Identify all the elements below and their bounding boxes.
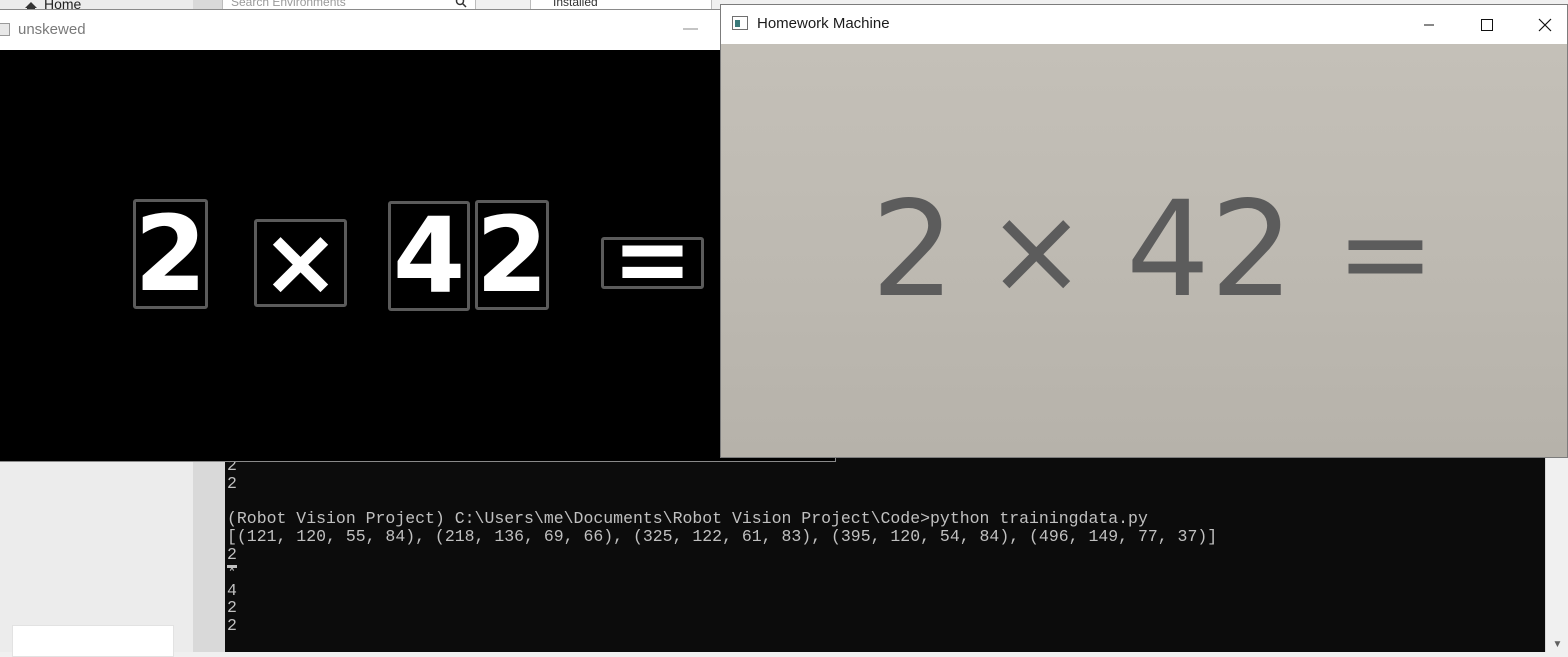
digit-box-1: 2 bbox=[133, 199, 208, 309]
close-button[interactable] bbox=[1522, 5, 1568, 44]
digit-box-5: = bbox=[601, 237, 704, 289]
homework-title: Homework Machine bbox=[757, 15, 890, 32]
minimize-button[interactable] bbox=[1406, 5, 1452, 44]
minimize-icon[interactable]: — bbox=[683, 20, 698, 37]
photo-digit-2: 2 bbox=[871, 173, 955, 327]
homework-machine-window[interactable]: Homework Machine 2 × 42 = bbox=[720, 4, 1568, 458]
scroll-down-icon[interactable]: ▼ bbox=[1546, 639, 1568, 650]
sidebar-panel bbox=[12, 625, 174, 657]
minimize-icon bbox=[1424, 24, 1434, 25]
console-cursor bbox=[227, 565, 237, 568]
close-icon bbox=[1538, 18, 1552, 31]
unskewed-canvas: 2 × 4 2 = bbox=[0, 50, 835, 461]
console-window[interactable]: 2 2 (Robot Vision Project) C:\Users\me\D… bbox=[225, 455, 1545, 652]
search-icon[interactable] bbox=[455, 0, 467, 8]
unskewed-titlebar[interactable]: unskewed — bbox=[0, 10, 835, 50]
maximize-icon bbox=[1481, 18, 1493, 31]
search-placeholder: Search Environments bbox=[231, 0, 346, 9]
photo-equals: = bbox=[1336, 184, 1435, 322]
filter-value: Installed bbox=[553, 0, 598, 9]
console-output: 2 2 (Robot Vision Project) C:\Users\me\D… bbox=[227, 456, 1218, 636]
digit-box-2: × bbox=[254, 219, 347, 307]
photo-times: × bbox=[986, 182, 1087, 321]
homework-titlebar[interactable]: Homework Machine bbox=[721, 5, 1567, 44]
homework-photo: 2 × 42 = bbox=[721, 44, 1567, 457]
photo-number-42: 42 bbox=[1126, 173, 1294, 327]
window-app-icon bbox=[0, 23, 10, 36]
digit-box-4: 2 bbox=[475, 200, 549, 310]
console-scrollbar[interactable]: ▼ bbox=[1545, 455, 1568, 652]
unskewed-title: unskewed bbox=[18, 21, 86, 38]
unskewed-window[interactable]: unskewed — 2 × 4 2 = bbox=[0, 9, 836, 462]
maximize-button[interactable] bbox=[1464, 5, 1510, 44]
digit-box-3: 4 bbox=[388, 201, 470, 311]
window-app-icon bbox=[732, 16, 748, 30]
